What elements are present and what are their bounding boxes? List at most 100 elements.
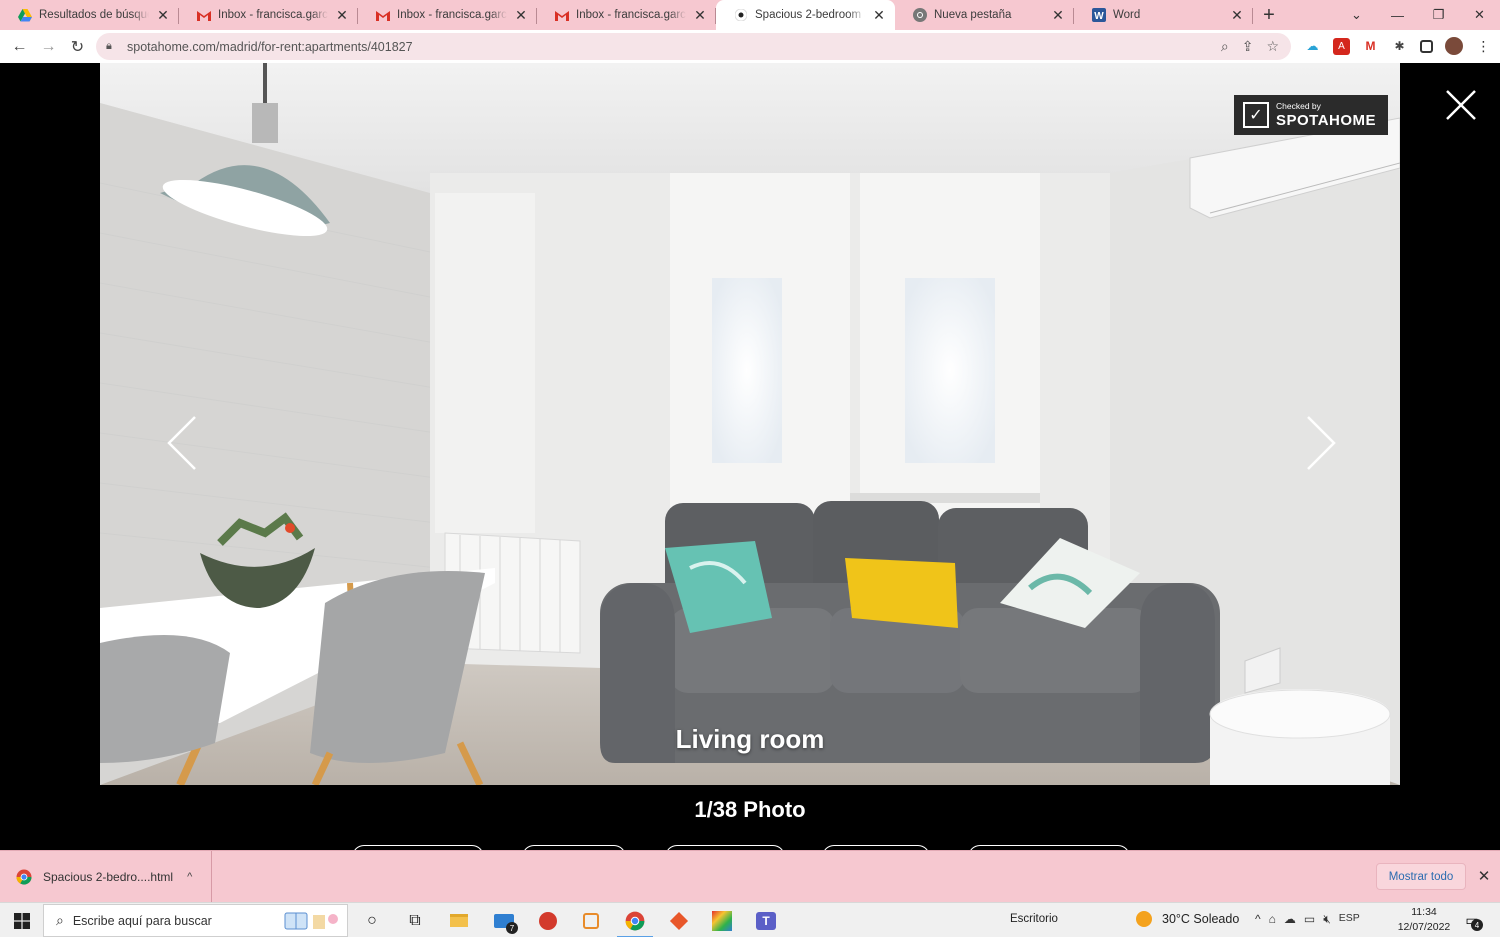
- photo-caption: Living room: [675, 724, 825, 754]
- clock[interactable]: 11:34 12/07/2022: [1394, 905, 1454, 935]
- sidepanel-icon[interactable]: [1420, 39, 1433, 53]
- chevron-up-icon[interactable]: ^: [187, 871, 192, 883]
- search-icon: ⌕: [56, 912, 64, 928]
- tab-word[interactable]: W Word ✕: [1074, 0, 1253, 30]
- chrome-taskbar-icon[interactable]: [613, 903, 657, 937]
- close-window-icon[interactable]: ✕: [1459, 0, 1500, 30]
- download-item[interactable]: Spacious 2-bedro....html ^: [0, 851, 212, 903]
- photo-viewer: ✓ Checked by SPOTAHOME Living room 1/38 …: [0, 63, 1500, 857]
- living-room-photo: [100, 63, 1400, 785]
- url-text: spotahome.com/madrid/for-rent:apartments…: [127, 39, 413, 54]
- tab-title: Inbox - francisca.garcia14: [218, 9, 328, 21]
- share-icon[interactable]: ⇪: [1242, 38, 1254, 55]
- tab-title: Nueva pestaña: [934, 9, 1012, 21]
- language-indicator[interactable]: ESP: [1339, 912, 1360, 927]
- desktop-toolbar-label[interactable]: Escritorio: [1010, 913, 1058, 925]
- network-device-icon[interactable]: ⌂: [1269, 912, 1276, 927]
- word-icon: W: [1091, 8, 1106, 23]
- close-tab-icon[interactable]: ✕: [1050, 7, 1066, 23]
- windows-taskbar: ⌕ Escribe aquí para buscar ○ ⧉ 7 T Escri…: [0, 902, 1500, 937]
- bookmark-star-icon[interactable]: ☆: [1266, 38, 1279, 55]
- gmail-extension-icon[interactable]: M: [1362, 38, 1379, 55]
- close-tab-icon[interactable]: ✕: [334, 7, 350, 23]
- previous-photo-arrow-icon[interactable]: [163, 413, 203, 473]
- close-tab-icon[interactable]: ✕: [871, 7, 887, 23]
- tab-search-results[interactable]: Resultados de búsqueda - ✕: [0, 0, 179, 30]
- teams-icon[interactable]: T: [744, 903, 788, 937]
- gmail-icon: [554, 8, 569, 23]
- office-icon[interactable]: [657, 903, 701, 937]
- task-view-icon[interactable]: ⧉: [393, 903, 437, 937]
- notification-center-icon[interactable]: ▭ 4: [1460, 909, 1484, 931]
- listing-photo: ✓ Checked by SPOTAHOME Living room: [100, 63, 1400, 785]
- back-arrow-icon[interactable]: ←: [5, 32, 34, 61]
- search-placeholder: Escribe aquí para buscar: [72, 913, 212, 928]
- cortana-icon[interactable]: ○: [350, 903, 394, 937]
- close-tab-icon[interactable]: ✕: [1229, 7, 1245, 23]
- cloud-extension-icon[interactable]: ☁: [1304, 38, 1321, 55]
- google-drive-icon: [17, 8, 32, 23]
- browser-toolbar: ← → ↻ 🔒︎ spotahome.com/madrid/for-rent:a…: [0, 30, 1500, 63]
- search-highlight-illustration-icon: [284, 912, 338, 930]
- tab-search-chevron-icon[interactable]: ⌄: [1336, 0, 1377, 30]
- photo-counter: 1/38 Photo: [694, 797, 806, 822]
- mail-icon[interactable]: 7: [482, 903, 526, 937]
- photos-icon[interactable]: [700, 903, 744, 937]
- taskbar-search-input[interactable]: ⌕ Escribe aquí para buscar: [43, 904, 348, 937]
- tab-strip: Resultados de búsqueda - ✕ Inbox - franc…: [0, 0, 1500, 30]
- window-controls: ⌄ — ❐ ✕: [1336, 0, 1500, 30]
- close-download-bar-icon[interactable]: ✕: [1475, 867, 1493, 885]
- download-bar: Spacious 2-bedro....html ^ Mostrar todo …: [0, 850, 1500, 903]
- badge-small-text: Checked by: [1276, 101, 1321, 112]
- tab-new-tab[interactable]: Nueva pestaña ✕: [895, 0, 1074, 30]
- tab-title: Inbox - francisca.garcia14: [576, 9, 686, 21]
- chevron-up-icon[interactable]: ^: [1255, 912, 1261, 927]
- tab-title: Inbox - francisca.garcia14: [397, 9, 507, 21]
- forward-arrow-icon[interactable]: →: [34, 32, 63, 61]
- tab-inbox-2[interactable]: Inbox - francisca.garcia14 ✕: [358, 0, 537, 30]
- new-tab-button[interactable]: +: [1253, 0, 1285, 30]
- acrobat-extension-icon[interactable]: A: [1333, 37, 1350, 55]
- profile-avatar[interactable]: [1445, 37, 1463, 55]
- minimize-icon[interactable]: —: [1377, 0, 1418, 30]
- address-bar[interactable]: 🔒︎ spotahome.com/madrid/for-rent:apartme…: [96, 33, 1291, 60]
- onedrive-icon[interactable]: ☁: [1284, 912, 1296, 927]
- weather-widget[interactable]: 30°C Soleado: [1136, 911, 1239, 927]
- file-explorer-icon[interactable]: [437, 903, 481, 937]
- close-tab-icon[interactable]: ✕: [692, 7, 708, 23]
- system-tray: ^ ⌂ ☁ ▭ 🔇︎ ESP: [1255, 912, 1360, 927]
- notification-count: 4: [1471, 919, 1483, 931]
- menu-kebab-icon[interactable]: ⋮: [1475, 38, 1492, 55]
- restore-icon[interactable]: ❐: [1418, 0, 1459, 30]
- show-all-downloads-button[interactable]: Mostrar todo: [1376, 863, 1466, 890]
- extensions-area: ☁ A M ✱ ⋮: [1304, 37, 1492, 55]
- tab-inbox-1[interactable]: Inbox - francisca.garcia14 ✕: [179, 0, 358, 30]
- checked-by-badge: ✓ Checked by SPOTAHOME: [1234, 95, 1388, 135]
- puzzle-extensions-icon[interactable]: ✱: [1391, 38, 1408, 55]
- clock-time: 11:34: [1411, 906, 1437, 918]
- tab-spotahome[interactable]: Spacious 2-bedroom apar ✕: [716, 0, 895, 30]
- tab-title: Spacious 2-bedroom apar: [755, 9, 865, 21]
- weather-text: 30°C Soleado: [1162, 912, 1240, 926]
- close-tab-icon[interactable]: ✕: [155, 7, 171, 23]
- zoom-icon[interactable]: ⌕: [1221, 38, 1229, 55]
- reload-icon[interactable]: ↻: [63, 32, 92, 61]
- tab-title: Resultados de búsqueda -: [39, 9, 149, 21]
- tab-inbox-3[interactable]: Inbox - francisca.garcia14 ✕: [537, 0, 716, 30]
- close-tab-icon[interactable]: ✕: [513, 7, 529, 23]
- tab-title: Word: [1113, 9, 1141, 21]
- gmail-icon: [196, 8, 211, 23]
- media-player-icon[interactable]: [569, 903, 613, 937]
- app-red-icon[interactable]: [526, 903, 570, 937]
- spotahome-icon: [733, 8, 748, 23]
- windows-start-icon[interactable]: [0, 903, 43, 937]
- clock-date: 12/07/2022: [1397, 921, 1451, 933]
- volume-muted-icon[interactable]: 🔇︎: [1323, 912, 1331, 927]
- display-icon[interactable]: ▭: [1304, 912, 1315, 927]
- next-photo-arrow-icon[interactable]: [1300, 413, 1340, 473]
- checkmark-icon: ✓: [1243, 102, 1269, 128]
- mail-badge: 7: [506, 922, 518, 934]
- close-viewer-icon[interactable]: [1443, 87, 1479, 123]
- badge-brand-text: SPOTAHOME: [1276, 111, 1377, 129]
- download-file-name: Spacious 2-bedro....html: [43, 870, 174, 884]
